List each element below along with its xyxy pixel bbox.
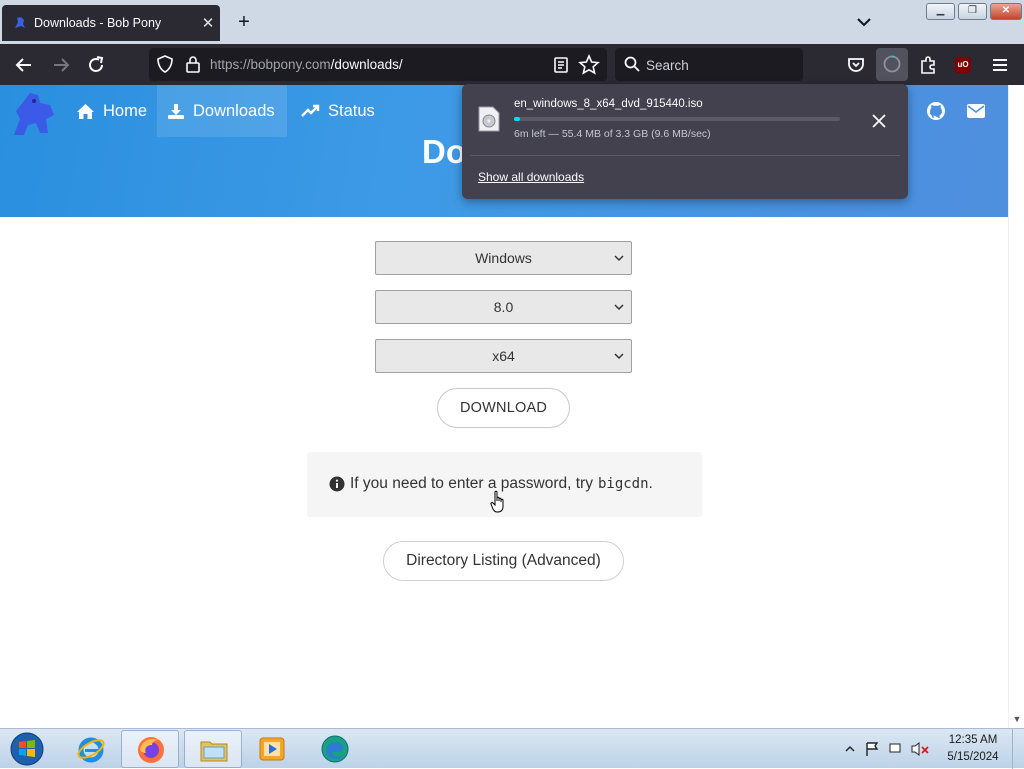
iso-file-icon: [478, 106, 500, 132]
show-all-downloads-link[interactable]: Show all downloads: [478, 170, 584, 184]
url-path: /downloads/: [330, 57, 403, 72]
bob-pony-favicon-icon: [15, 17, 25, 28]
nav-status-label: Status: [328, 101, 375, 120]
nav-status-link[interactable]: Status: [291, 85, 385, 137]
taskbar-firefox[interactable]: [121, 730, 179, 768]
chevron-down-icon: [614, 255, 624, 262]
reload-icon[interactable]: [84, 53, 108, 77]
taskbar: 12:35 AM 5/15/2024: [0, 728, 1024, 769]
tracking-protection-shield-icon[interactable]: [155, 54, 175, 74]
page-scrollbar[interactable]: ▼: [1008, 85, 1024, 728]
hand-pointer-cursor-icon: [490, 490, 504, 513]
edge-icon: [321, 735, 349, 763]
ublock-origin-icon[interactable]: uO: [955, 57, 971, 73]
extensions-puzzle-icon[interactable]: [916, 53, 940, 77]
chart-line-icon: [301, 104, 320, 117]
download-filename[interactable]: en_windows_8_x64_dvd_915440.iso: [514, 98, 703, 110]
firefox-icon: [138, 737, 164, 763]
url-bar[interactable]: https://bobpony.com/downloads/: [149, 48, 607, 81]
download-progress-icon: [883, 55, 901, 73]
window-close-button[interactable]: ✕: [990, 3, 1022, 20]
downloads-button[interactable]: [876, 48, 908, 81]
taskbar-edge[interactable]: [306, 730, 364, 768]
search-icon: [624, 56, 640, 72]
bob-pony-logo-icon[interactable]: [10, 89, 60, 139]
chevron-down-icon: [614, 353, 624, 360]
action-center-flag-icon[interactable]: [866, 742, 879, 756]
info-circle-icon: [329, 476, 345, 492]
home-icon: [77, 103, 94, 119]
tab-close-icon[interactable]: ✕: [196, 14, 220, 32]
password-code: bigcdn: [597, 476, 649, 492]
info-message: If you need to enter a password, try: [350, 475, 593, 492]
directory-listing-button[interactable]: Directory Listing (Advanced): [383, 541, 624, 581]
window-minimize-button[interactable]: ▁: [926, 3, 955, 20]
tab-downloads-bob-pony[interactable]: Downloads - Bob Pony ✕: [2, 5, 220, 41]
mail-icon[interactable]: [966, 102, 986, 120]
clock-time[interactable]: 12:35 AM: [946, 734, 1000, 746]
nav-home-link[interactable]: Home: [66, 85, 157, 137]
download-button[interactable]: DOWNLOAD: [437, 388, 570, 428]
download-icon: [168, 103, 184, 119]
tab-title: Downloads - Bob Pony: [34, 16, 162, 30]
window-restore-button[interactable]: ❐: [958, 3, 987, 20]
nav-home-label: Home: [103, 101, 148, 120]
github-icon[interactable]: [926, 101, 946, 121]
start-button-icon[interactable]: [6, 730, 46, 768]
taskbar-media-player[interactable]: [243, 730, 301, 768]
panel-divider: [470, 155, 900, 156]
browser-navbar: https://bobpony.com/downloads/ Search uO: [0, 44, 1024, 85]
os-select-value: Windows: [475, 250, 532, 266]
version-select[interactable]: 8.0: [375, 290, 632, 324]
chevron-down-icon: [614, 304, 624, 311]
clock-date[interactable]: 5/15/2024: [946, 751, 1000, 763]
download-status: 6m left — 55.4 MB of 3.3 GB (9.6 MB/sec): [514, 128, 711, 140]
search-bar[interactable]: Search: [615, 48, 803, 81]
bookmark-star-icon[interactable]: [578, 54, 600, 76]
url-text[interactable]: https://bobpony.com/downloads/: [210, 57, 403, 72]
network-icon[interactable]: [889, 743, 901, 753]
architecture-select[interactable]: x64: [375, 339, 632, 373]
taskbar-file-explorer[interactable]: [184, 730, 242, 768]
reader-view-icon[interactable]: [551, 55, 571, 75]
tab-strip: Downloads - Bob Pony ✕ + ▁ ❐ ✕: [0, 0, 1024, 44]
lock-icon[interactable]: [183, 54, 203, 74]
back-arrow-icon[interactable]: [12, 53, 36, 77]
system-tray: [845, 742, 929, 756]
menu-hamburger-icon[interactable]: [988, 53, 1012, 77]
download-progress-fill: [514, 117, 520, 121]
new-tab-button[interactable]: +: [232, 10, 256, 34]
version-select-value: 8.0: [493, 299, 514, 315]
scroll-down-arrow-icon[interactable]: ▼: [1009, 714, 1024, 726]
page-title: Do: [422, 133, 466, 170]
volume-muted-icon[interactable]: [911, 742, 920, 756]
show-desktop-button[interactable]: [1012, 729, 1024, 769]
url-host: https://bobpony.com: [210, 57, 331, 72]
folder-icon: [200, 741, 228, 762]
architecture-select-value: x64: [492, 348, 515, 364]
nav-downloads-label: Downloads: [193, 101, 275, 120]
taskbar-internet-explorer[interactable]: [62, 730, 120, 768]
info-period: .: [648, 475, 653, 492]
forward-arrow-icon[interactable]: [49, 53, 73, 77]
show-hidden-icons-icon[interactable]: [845, 745, 855, 752]
downloads-panel: en_windows_8_x64_dvd_915440.iso 6m left …: [462, 84, 908, 199]
nav-downloads-link[interactable]: Downloads: [157, 85, 287, 137]
search-placeholder: Search: [646, 58, 689, 73]
pocket-icon[interactable]: [844, 53, 868, 77]
cancel-download-icon[interactable]: [868, 110, 890, 132]
tab-list-chevron-icon[interactable]: [852, 12, 876, 32]
download-progress-bar: [514, 117, 840, 121]
os-select[interactable]: Windows: [375, 241, 632, 275]
media-player-icon: [259, 737, 285, 761]
internet-explorer-icon: [77, 737, 105, 763]
